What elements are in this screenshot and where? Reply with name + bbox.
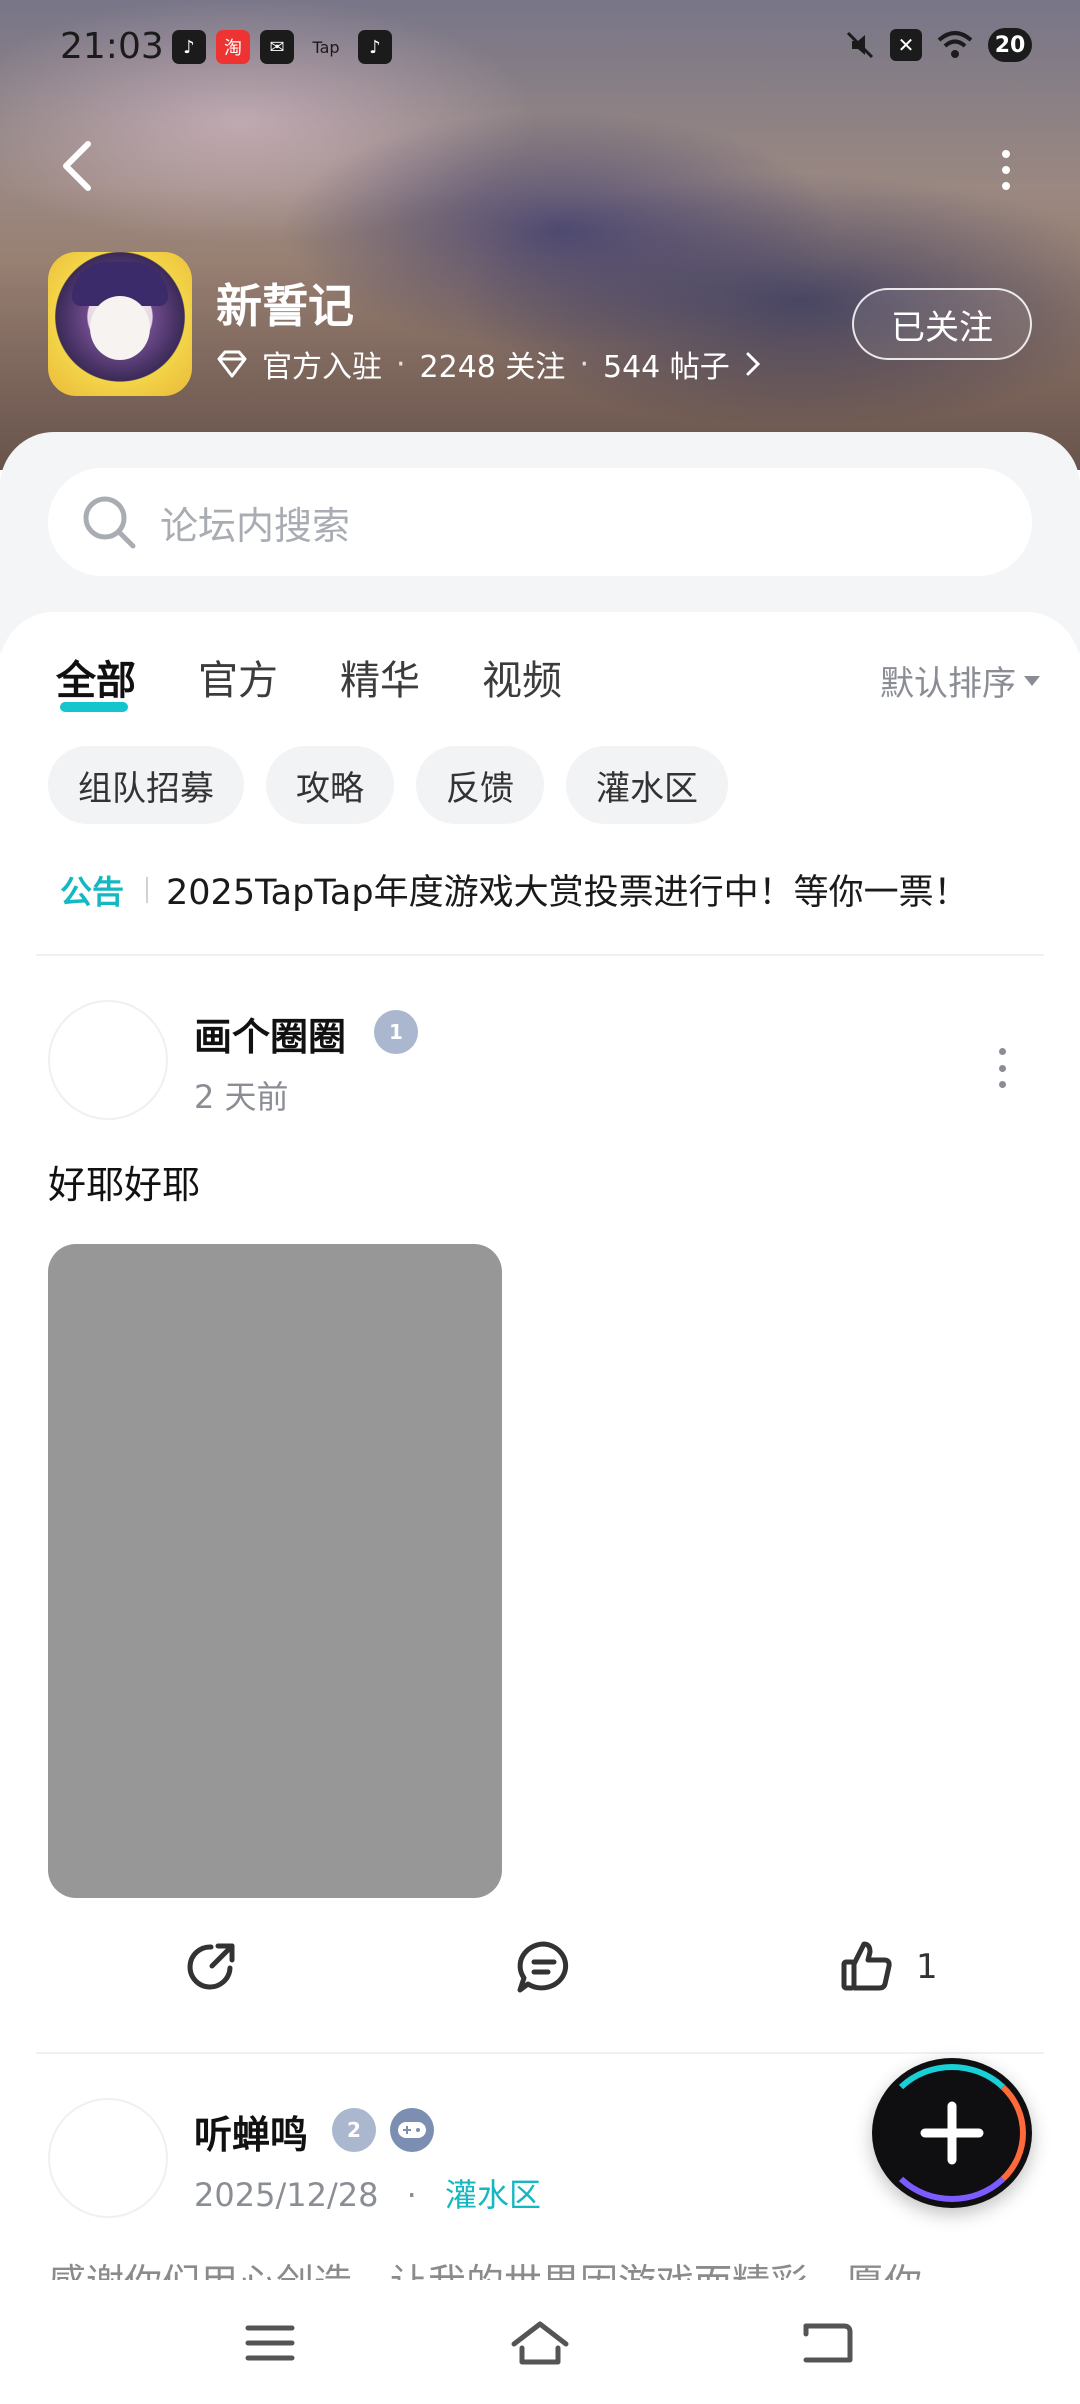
share-button[interactable] — [182, 1938, 240, 1996]
taobao-icon: 淘 — [216, 30, 250, 64]
avatar[interactable] — [48, 1000, 168, 1120]
tiktok-icon: ♪ — [172, 30, 206, 64]
like-count: 1 — [916, 1947, 938, 1987]
post-author[interactable]: 画个圈圈 — [194, 1006, 346, 1061]
chip-team-recruit[interactable]: 组队招募 — [48, 746, 244, 824]
divider — [36, 2052, 1044, 2054]
followers-count[interactable]: 2248 关注 — [420, 342, 566, 386]
chip-feedback[interactable]: 反馈 — [416, 746, 544, 824]
like-button[interactable]: 1 — [838, 1938, 938, 1996]
post-more-icon[interactable] — [996, 1048, 1008, 1088]
status-time: 21:03 — [60, 26, 164, 67]
status-bar: 21:03 ♪ 淘 ✉ Tap ♪ ✕ 20 — [0, 0, 1080, 96]
search-icon — [83, 496, 136, 549]
menu-icon[interactable] — [240, 2318, 300, 2368]
back-icon[interactable] — [796, 2318, 856, 2368]
back-arrow-icon[interactable] — [50, 136, 110, 196]
divider — [36, 954, 1044, 956]
posts-count[interactable]: 544 帖子 — [603, 342, 730, 386]
announcement-separator — [146, 876, 149, 903]
game-title: 新誓记 — [216, 279, 354, 333]
mail-icon: ✉ — [260, 30, 294, 64]
chevron-right-icon[interactable] — [744, 350, 762, 378]
status-app-icons: ♪ 淘 ✉ Tap ♪ — [172, 30, 392, 64]
tap-icon: Tap — [312, 37, 340, 57]
search-placeholder: 论坛内搜索 — [160, 503, 351, 548]
system-nav-bar — [0, 2280, 1080, 2404]
home-icon[interactable] — [510, 2318, 570, 2368]
gamepad-badge-icon — [390, 2108, 434, 2152]
level-badge: 2 — [332, 2108, 376, 2152]
avatar[interactable] — [48, 2098, 168, 2218]
create-post-button[interactable] — [872, 2058, 1032, 2208]
plus-icon — [920, 2101, 984, 2165]
post-time: 2 天前 — [194, 1078, 289, 1116]
forum-feed: 全部 官方 精华 视频 默认排序 组队招募 攻略 反馈 灌水区 公告 2025T… — [0, 612, 1080, 2312]
announcement[interactable]: 公告 2025TapTap年度游戏大赏投票进行中！等你一票！ — [60, 864, 969, 915]
post-time-row: 2025/12/28 · 灌水区 — [194, 2170, 541, 2216]
tiktok-icon: ♪ — [358, 30, 392, 64]
post-actions: 1 — [0, 1938, 1080, 2018]
comment-button[interactable] — [514, 1938, 574, 1996]
chip-guides[interactable]: 攻略 — [266, 746, 394, 824]
search-input[interactable]: 论坛内搜索 — [48, 468, 1032, 576]
mute-icon — [846, 31, 874, 59]
announcement-tag: 公告 — [60, 872, 125, 911]
tab-all[interactable]: 全部 — [56, 648, 136, 712]
tab-featured[interactable]: 精华 — [340, 648, 420, 706]
caret-down-icon — [1024, 675, 1040, 686]
chip-chat[interactable]: 灌水区 — [566, 746, 728, 824]
level-badge: 1 — [374, 1010, 418, 1054]
sort-label: 默认排序 — [880, 664, 1016, 704]
post-body[interactable]: 好耶好耶 — [48, 1154, 200, 1209]
post-time: 2025/12/28 — [194, 2176, 379, 2214]
game-avatar — [48, 252, 192, 396]
level-number: 1 — [389, 1020, 403, 1044]
battery-indicator: 20 — [988, 28, 1032, 62]
comment-icon — [517, 1941, 569, 1993]
diamond-icon — [217, 350, 247, 378]
official-label: 官方入驻 — [262, 350, 382, 385]
tab-video[interactable]: 视频 — [482, 648, 562, 706]
share-icon — [187, 1943, 235, 1990]
category-chips: 组队招募 攻略 反馈 灌水区 — [48, 746, 728, 824]
follow-button[interactable]: 已关注 — [852, 288, 1032, 360]
game-meta: 官方入驻 · 2248 关注 · 544 帖子 — [216, 342, 762, 386]
sort-dropdown[interactable]: 默认排序 — [880, 656, 1040, 705]
thumbs-up-icon — [841, 1941, 892, 1991]
post-image[interactable] — [48, 1244, 502, 1898]
post-author[interactable]: 听蝉鸣 — [194, 2104, 308, 2159]
meta-separator: · — [406, 2176, 417, 2214]
level-number: 2 — [347, 2118, 361, 2142]
tab-official[interactable]: 官方 — [198, 648, 278, 706]
tab-bar: 全部 官方 精华 视频 — [56, 648, 562, 712]
wifi-icon — [937, 31, 973, 58]
status-indicators: ✕ 20 — [844, 28, 1032, 62]
meta-separator: · — [579, 346, 589, 382]
more-menu-icon[interactable] — [986, 140, 1026, 200]
meta-separator: · — [396, 346, 406, 382]
announcement-text: 2025TapTap年度游戏大赏投票进行中！等你一票！ — [166, 873, 969, 913]
sim-off-icon: ✕ — [890, 29, 922, 61]
post-category-tag[interactable]: 灌水区 — [445, 2176, 541, 2214]
